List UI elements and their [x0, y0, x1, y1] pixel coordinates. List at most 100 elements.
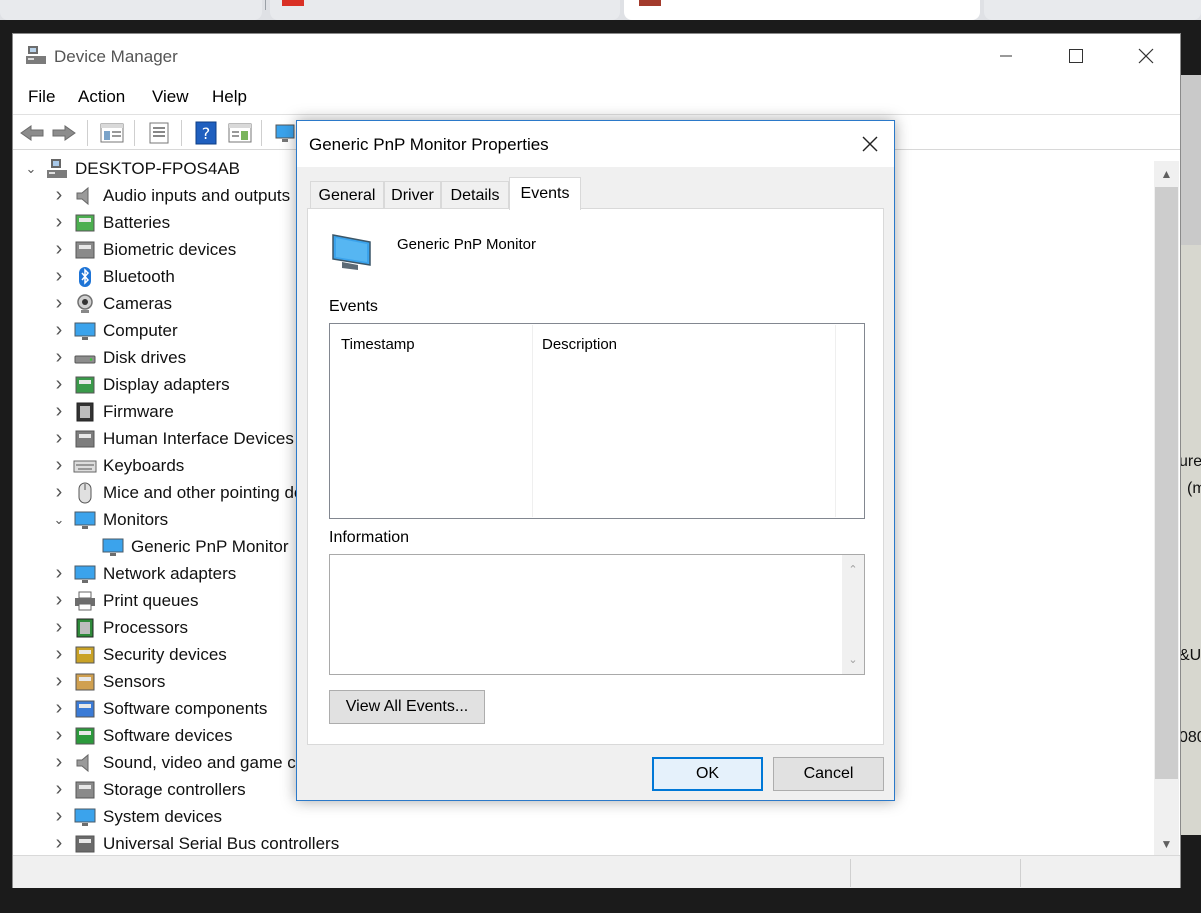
chevron-down-icon[interactable]: ⌄ [49, 510, 69, 530]
menu-view[interactable]: View [152, 87, 189, 107]
close-button[interactable] [1123, 40, 1169, 72]
help-button[interactable]: ? [193, 121, 219, 145]
menu-help[interactable]: Help [212, 87, 247, 107]
chevron-right-icon[interactable]: › [49, 481, 69, 503]
chevron-right-icon[interactable]: › [49, 724, 69, 746]
tree-category-item[interactable]: › Sensors [49, 668, 166, 695]
tree-item-label: Monitors [103, 509, 169, 529]
scroll-down-arrow-icon[interactable]: ⌄ [842, 649, 864, 669]
device-name: Generic PnP Monitor [397, 236, 536, 253]
show-hide-console-tree-button[interactable] [99, 121, 125, 145]
background-browser-tab[interactable] [984, 0, 1201, 20]
tree-category-item[interactable]: ⌄ Monitors [49, 506, 168, 533]
background-browser-tab-active[interactable] [624, 0, 980, 20]
tree-category-item[interactable]: › System devices [49, 803, 222, 830]
chevron-right-icon[interactable]: › [49, 454, 69, 476]
minimize-button[interactable] [983, 40, 1029, 72]
scroll-down-arrow-icon[interactable]: ▼ [1154, 833, 1179, 855]
chevron-right-icon[interactable]: › [49, 211, 69, 233]
chevron-right-icon[interactable]: › [49, 184, 69, 206]
chevron-right-icon[interactable]: › [49, 562, 69, 584]
chevron-right-icon[interactable]: › [49, 373, 69, 395]
properties-button[interactable] [146, 121, 172, 145]
cancel-button[interactable]: Cancel [773, 757, 884, 791]
tree-item-label: Batteries [103, 212, 171, 232]
tree-category-item[interactable]: › Computer [49, 317, 178, 344]
menu-action[interactable]: Action [78, 87, 125, 107]
chevron-right-icon[interactable]: › [49, 805, 69, 827]
tab-details[interactable]: Details [441, 181, 509, 209]
tree-category-item[interactable]: › Display adapters [49, 371, 230, 398]
tree-category-item[interactable]: › Print queues [49, 587, 199, 614]
tree-category-item[interactable]: › Software devices [49, 722, 233, 749]
forward-button[interactable] [51, 121, 77, 145]
view-all-events-button[interactable]: View All Events... [329, 690, 485, 724]
tree-root[interactable]: ⌄ DESKTOP-FPOS4AB [21, 155, 240, 182]
column-header-description[interactable]: Description [542, 336, 617, 353]
tree-category-item[interactable]: › Processors [49, 614, 188, 641]
tree-scrollbar[interactable]: ▲ ▼ [1154, 161, 1179, 855]
disk-drive-icon [74, 355, 96, 363]
tree-category-item[interactable]: › Audio inputs and outputs [49, 182, 291, 209]
tree-category-item[interactable]: › Batteries [49, 209, 170, 236]
maximize-button[interactable] [1053, 40, 1099, 72]
information-label: Information [329, 529, 410, 546]
chevron-right-icon[interactable]: › [49, 778, 69, 800]
scroll-up-arrow-icon[interactable]: ⌃ [842, 559, 864, 579]
chevron-down-icon[interactable]: ⌄ [21, 159, 41, 179]
dialog-title-bar[interactable]: Generic PnP Monitor Properties [297, 121, 894, 167]
tree-category-item[interactable]: › Bluetooth [49, 263, 175, 290]
chevron-right-icon[interactable]: › [49, 292, 69, 314]
chevron-right-icon[interactable]: › [49, 670, 69, 692]
chevron-right-icon[interactable]: › [49, 346, 69, 368]
tree-category-item[interactable]: › Network adapters [49, 560, 237, 587]
chevron-right-icon[interactable]: › [49, 319, 69, 341]
minimize-icon [1000, 55, 1012, 57]
background-browser-tab[interactable] [270, 0, 620, 20]
information-textbox[interactable]: ⌃ ⌄ [329, 554, 865, 675]
scroll-up-arrow-icon[interactable]: ▲ [1154, 163, 1179, 185]
tab-driver[interactable]: Driver [384, 181, 441, 209]
column-header-timestamp[interactable]: Timestamp [341, 336, 415, 353]
chevron-right-icon[interactable]: › [49, 832, 69, 854]
menu-bar: File Action View Help [13, 82, 1180, 112]
tree-item-label: Universal Serial Bus controllers [103, 833, 340, 853]
chevron-right-icon[interactable]: › [49, 616, 69, 638]
menu-file[interactable]: File [28, 87, 55, 107]
tab-general[interactable]: General [310, 181, 384, 209]
tree-item-label: System devices [103, 806, 223, 826]
tree-category-item[interactable]: › Cameras [49, 290, 172, 317]
back-button[interactable] [19, 121, 45, 145]
tree-category-item[interactable]: › Firmware [49, 398, 174, 425]
tree-child-item[interactable]: Generic PnP Monitor [77, 533, 288, 560]
status-bar-divider [1020, 859, 1021, 887]
tab-events[interactable]: Events [509, 177, 581, 210]
action-pane-button[interactable] [227, 121, 253, 145]
tree-category-item[interactable]: › Disk drives [49, 344, 186, 371]
chevron-right-icon[interactable]: › [49, 643, 69, 665]
title-bar[interactable]: Device Manager [13, 34, 1180, 78]
ok-button[interactable]: OK [652, 757, 763, 791]
chevron-right-icon[interactable]: › [49, 751, 69, 773]
chevron-right-icon[interactable]: › [49, 400, 69, 422]
tree-item-label: Firmware [103, 401, 174, 421]
tree-category-item[interactable]: › Keyboards [49, 452, 185, 479]
chevron-right-icon[interactable]: › [49, 265, 69, 287]
events-list[interactable]: Timestamp Description [329, 323, 865, 519]
chevron-right-icon[interactable]: › [49, 697, 69, 719]
dialog-close-button[interactable] [852, 129, 888, 159]
tree-category-item[interactable]: › Human Interface Devices [49, 425, 294, 452]
tree-category-item[interactable]: › Software components [49, 695, 268, 722]
tree-item-label: Audio inputs and outputs [103, 185, 291, 205]
column-divider [532, 325, 533, 517]
background-browser-tab[interactable] [0, 0, 262, 20]
scroll-thumb[interactable] [1155, 187, 1178, 779]
chevron-right-icon[interactable]: › [49, 427, 69, 449]
tree-category-item[interactable]: › Biometric devices [49, 236, 237, 263]
chevron-right-icon[interactable]: › [49, 589, 69, 611]
tree-category-item[interactable]: › Storage controllers [49, 776, 246, 803]
chevron-right-icon[interactable]: › [49, 238, 69, 260]
tree-category-item[interactable]: › Universal Serial Bus controllers [49, 830, 340, 855]
information-scrollbar[interactable]: ⌃ ⌄ [842, 555, 864, 674]
tree-category-item[interactable]: › Security devices [49, 641, 227, 668]
